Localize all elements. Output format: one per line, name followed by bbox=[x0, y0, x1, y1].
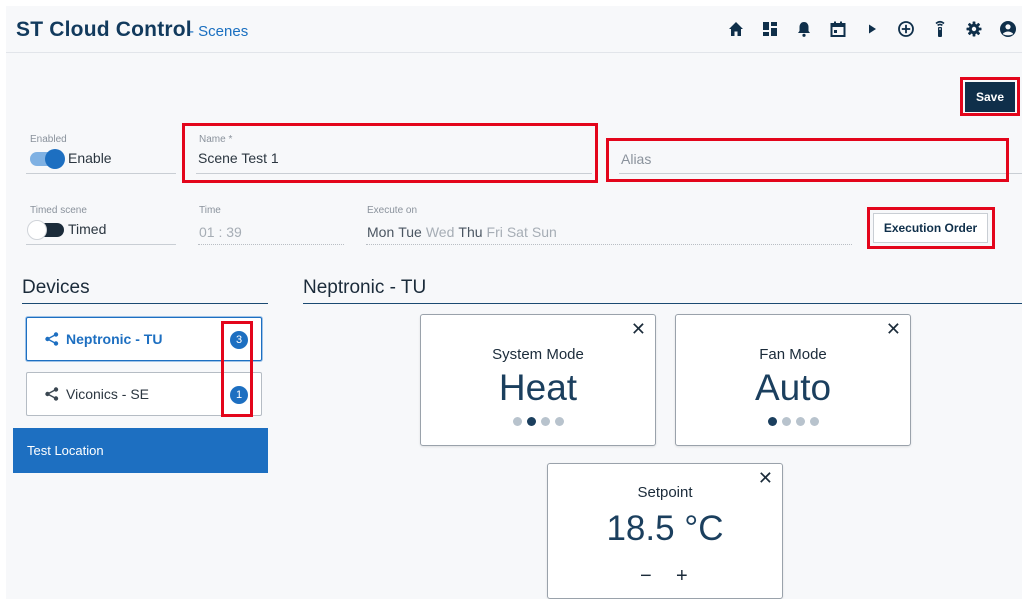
page-indicator[interactable] bbox=[421, 417, 655, 426]
card-title: System Mode bbox=[492, 346, 584, 363]
fan-mode-card[interactable]: ✕ Fan Mode Auto bbox=[675, 314, 911, 446]
top-bar: ST Cloud Control - Scenes bbox=[6, 6, 1022, 53]
page-dot[interactable] bbox=[540, 417, 550, 426]
page-dot[interactable] bbox=[781, 417, 791, 426]
day-mon[interactable]: Mon bbox=[367, 224, 394, 240]
day-sun[interactable]: Sun bbox=[532, 224, 557, 240]
app-brand: ST Cloud Control bbox=[16, 18, 192, 41]
close-icon[interactable]: ✕ bbox=[631, 319, 646, 340]
device-item-neptronic[interactable]: Neptronic - TU 3 bbox=[26, 317, 262, 361]
timed-toggle[interactable] bbox=[27, 220, 64, 240]
share-icon bbox=[45, 332, 59, 346]
timed-underline bbox=[26, 244, 176, 245]
card-value: Heat bbox=[498, 367, 578, 408]
device-item-viconics[interactable]: Viconics - SE 1 bbox=[26, 372, 262, 416]
gear-icon[interactable] bbox=[964, 19, 984, 39]
execute-underline bbox=[366, 244, 852, 245]
decrease-button[interactable]: − bbox=[640, 565, 652, 588]
card-title: Fan Mode bbox=[759, 346, 827, 363]
toolbar-icons bbox=[726, 19, 1018, 39]
toggle-knob bbox=[45, 149, 65, 169]
remote-icon[interactable] bbox=[930, 19, 950, 39]
panel-title: Neptronic - TU bbox=[303, 277, 427, 298]
enable-text: Enable bbox=[68, 150, 112, 166]
save-button[interactable]: Save bbox=[965, 82, 1015, 112]
setpoint-card[interactable]: ✕ Setpoint 18.5 °C − + bbox=[547, 463, 783, 599]
page-indicator[interactable] bbox=[676, 417, 910, 426]
devices-divider bbox=[22, 303, 268, 304]
setpoint-value: 18.5 °C bbox=[606, 509, 724, 548]
day-tue[interactable]: Tue bbox=[398, 224, 422, 240]
alias-input[interactable]: Alias bbox=[621, 151, 651, 167]
execute-on-label: Execute on bbox=[367, 205, 418, 216]
time-label: Time bbox=[199, 205, 221, 216]
panel-divider bbox=[303, 303, 1022, 304]
enabled-underline bbox=[26, 173, 176, 174]
page-dot[interactable] bbox=[809, 417, 819, 426]
account-icon[interactable] bbox=[998, 19, 1018, 39]
share-icon bbox=[45, 387, 59, 401]
dashboard-icon[interactable] bbox=[760, 19, 780, 39]
page-dot[interactable] bbox=[795, 417, 805, 426]
device-label: Neptronic - TU bbox=[66, 331, 163, 347]
page-dot-active[interactable] bbox=[526, 417, 536, 426]
name-field[interactable]: Scene Test 1 bbox=[198, 150, 279, 166]
page-dot[interactable] bbox=[554, 417, 564, 426]
day-wed[interactable]: Wed bbox=[426, 224, 455, 240]
execute-days[interactable]: Mon Tue Wed Thu Fri Sat Sun bbox=[367, 224, 561, 240]
card-title: Setpoint bbox=[637, 484, 693, 501]
name-label: Name * bbox=[199, 134, 233, 145]
close-icon[interactable]: ✕ bbox=[886, 319, 901, 340]
timed-text: Timed bbox=[68, 221, 107, 237]
time-underline bbox=[198, 244, 344, 245]
system-mode-card[interactable]: ✕ System Mode Heat bbox=[420, 314, 656, 446]
page-dot-active[interactable] bbox=[767, 417, 777, 426]
play-icon[interactable] bbox=[862, 19, 882, 39]
device-label: Viconics - SE bbox=[66, 386, 149, 402]
calendar-icon[interactable] bbox=[828, 19, 848, 39]
day-sat[interactable]: Sat bbox=[507, 224, 528, 240]
time-field[interactable]: 01 : 39 bbox=[199, 224, 242, 240]
location-item[interactable]: Test Location bbox=[13, 428, 268, 473]
timed-scene-label: Timed scene bbox=[30, 205, 87, 216]
day-thu[interactable]: Thu bbox=[458, 224, 482, 240]
device-count-badge: 1 bbox=[230, 386, 248, 404]
bell-icon[interactable] bbox=[794, 19, 814, 39]
alias-underline bbox=[619, 173, 1022, 174]
execution-order-button[interactable]: Execution Order bbox=[873, 213, 988, 243]
toggle-knob bbox=[27, 220, 47, 240]
card-value: Auto bbox=[754, 367, 832, 408]
page-subtitle: - Scenes bbox=[189, 23, 249, 40]
day-fri[interactable]: Fri bbox=[487, 224, 503, 240]
name-underline bbox=[196, 173, 592, 174]
devices-title: Devices bbox=[22, 277, 90, 298]
page-dot[interactable] bbox=[512, 417, 522, 426]
enable-toggle[interactable] bbox=[30, 149, 65, 169]
add-circle-icon[interactable] bbox=[896, 19, 916, 39]
home-icon[interactable] bbox=[726, 19, 746, 39]
device-count-badge: 3 bbox=[230, 331, 248, 349]
enabled-label: Enabled bbox=[30, 134, 67, 145]
increase-button[interactable]: + bbox=[676, 565, 688, 588]
